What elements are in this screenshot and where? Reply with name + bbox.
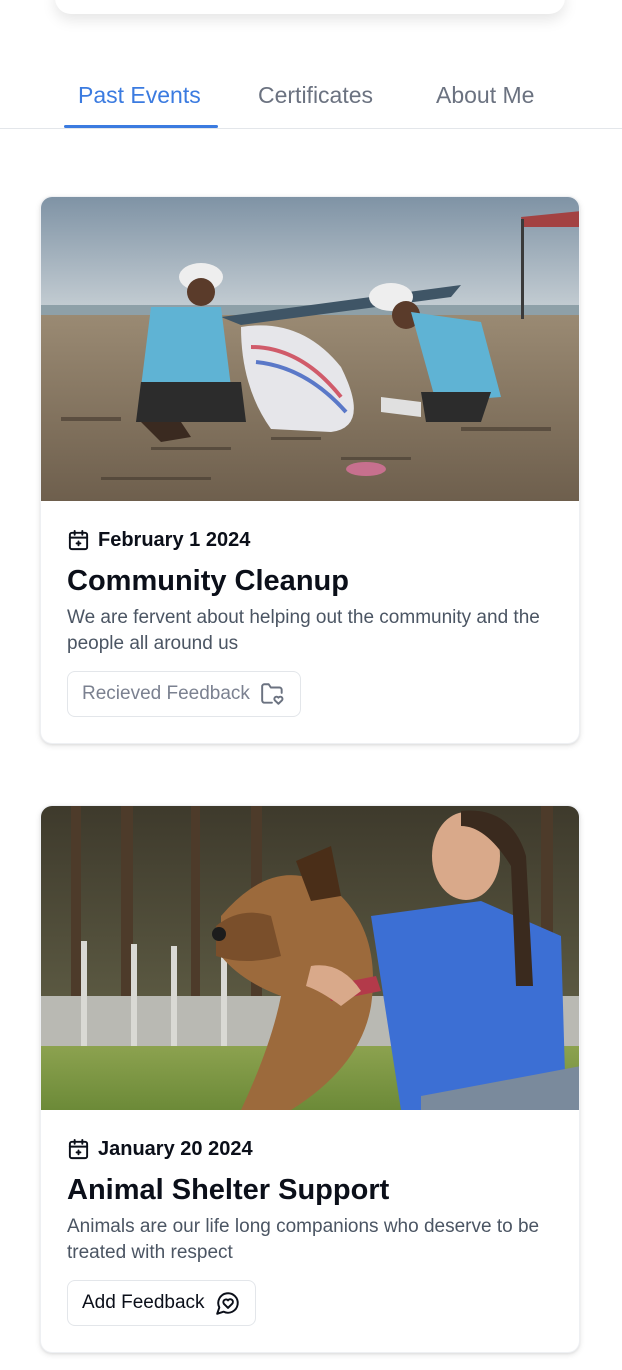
calendar-icon bbox=[68, 1138, 89, 1159]
active-tab-indicator bbox=[64, 125, 218, 128]
event-date: January 20 2024 bbox=[98, 1137, 253, 1160]
chat-heart-icon bbox=[215, 1292, 239, 1315]
event-date-row: January 20 2024 bbox=[67, 1136, 553, 1162]
event-image-beach-cleanup bbox=[41, 197, 579, 501]
event-title: Animal Shelter Support bbox=[67, 1174, 390, 1206]
event-details: January 20 2024 Animal Shelter Support A… bbox=[41, 1110, 579, 1352]
add-feedback-button[interactable]: Add Feedback bbox=[67, 1280, 256, 1326]
event-description: Animals are our life long companions who… bbox=[67, 1216, 540, 1263]
event-date-row: February 1 2024 bbox=[67, 527, 553, 553]
tab-past-events[interactable]: Past Events bbox=[78, 82, 201, 109]
feedback-button-label: Recieved Feedback bbox=[82, 683, 250, 704]
event-date: February 1 2024 bbox=[98, 528, 251, 551]
folder-heart-icon bbox=[261, 683, 284, 705]
event-details: February 1 2024 Community Cleanup We are… bbox=[41, 501, 579, 743]
event-description: We are fervent about helping out the com… bbox=[67, 607, 540, 654]
calendar-icon bbox=[68, 529, 89, 550]
event-card[interactable]: January 20 2024 Animal Shelter Support A… bbox=[40, 805, 580, 1353]
tab-about-me[interactable]: About Me bbox=[436, 82, 534, 109]
event-image-animal-shelter bbox=[41, 806, 579, 1110]
profile-tabs: Past Events Certificates About Me bbox=[0, 70, 622, 129]
previous-card-edge bbox=[55, 0, 565, 14]
event-card[interactable]: February 1 2024 Community Cleanup We are… bbox=[40, 196, 580, 744]
received-feedback-button[interactable]: Recieved Feedback bbox=[67, 671, 301, 717]
event-title: Community Cleanup bbox=[67, 565, 349, 597]
tab-certificates[interactable]: Certificates bbox=[258, 82, 373, 109]
feedback-button-label: Add Feedback bbox=[82, 1292, 205, 1313]
